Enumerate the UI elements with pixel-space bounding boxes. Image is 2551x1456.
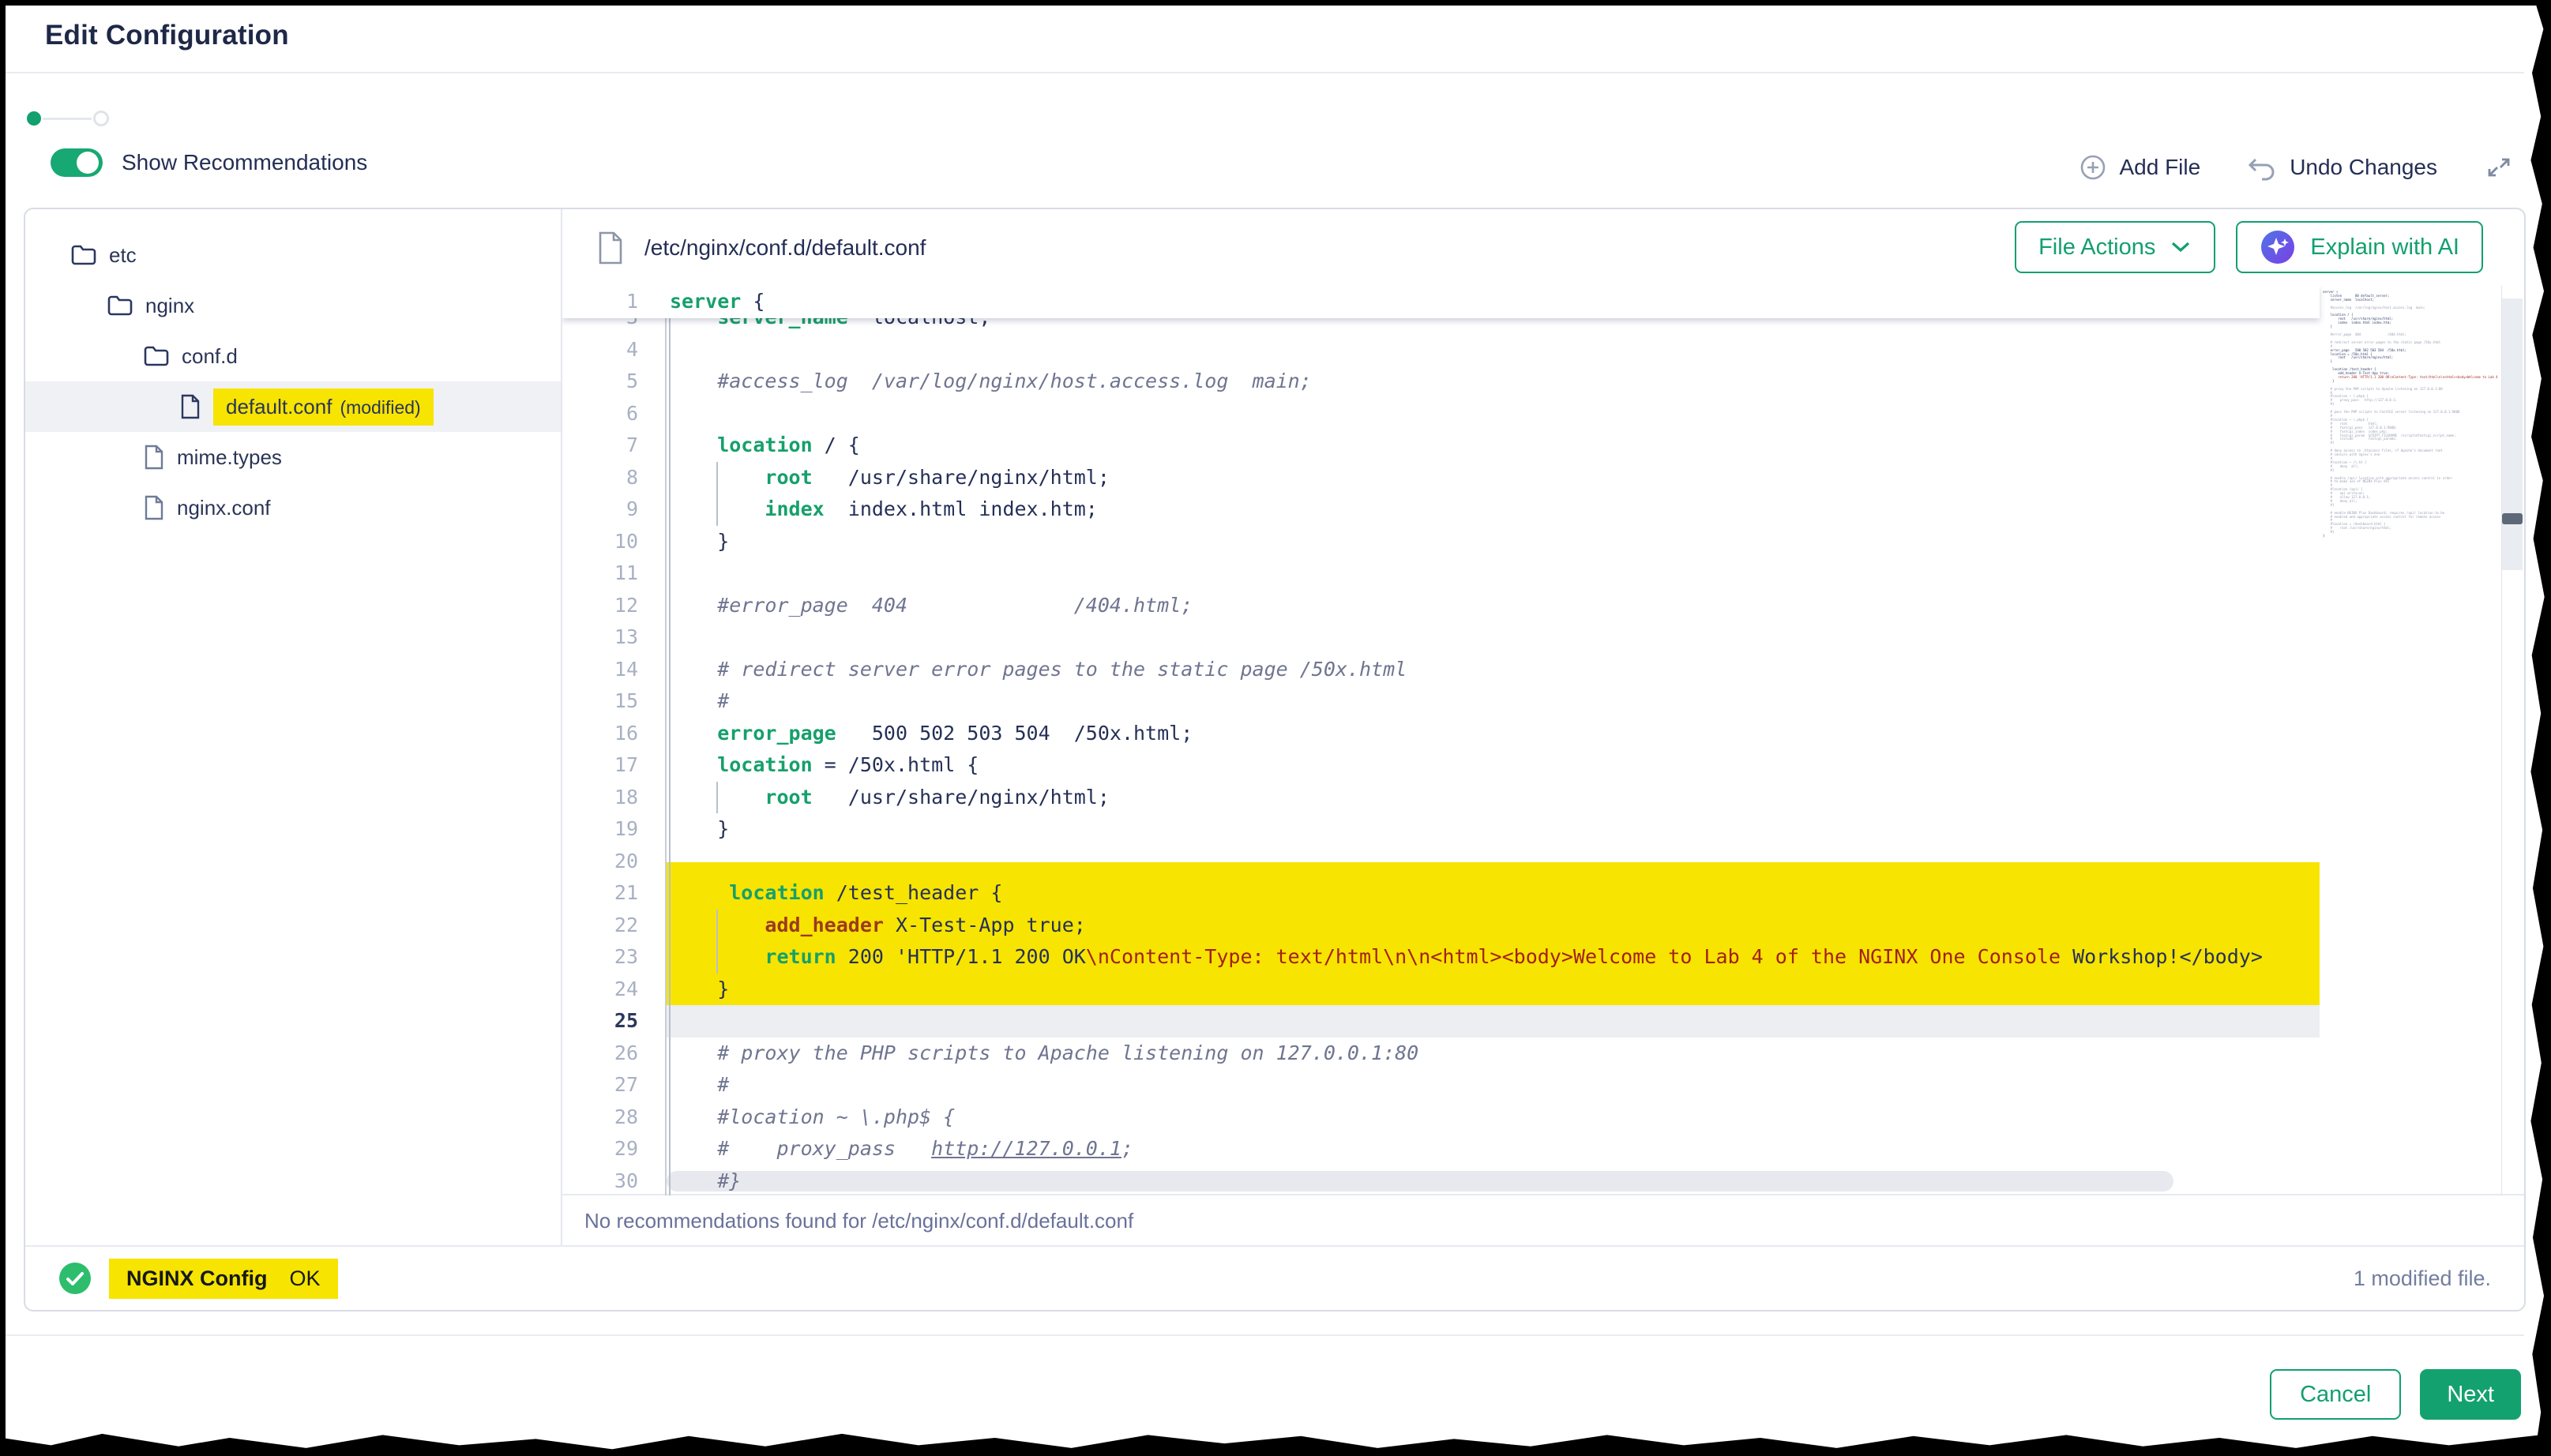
code-editor: /etc/nginx/conf.d/default.conf File Acti… [562,209,2524,1247]
tree-item-nginx[interactable]: nginx [25,280,561,331]
file-icon [597,231,624,265]
modified-files-count: 1 modified file. [2354,1266,2491,1291]
code-line-26[interactable]: 26 # proxy the PHP scripts to Apache lis… [562,1038,2320,1070]
code-line-23[interactable]: 23 return 200 'HTTP/1.1 200 OK\nContent-… [562,941,2320,974]
code-line-4[interactable]: 4 [562,334,2320,366]
page-title: Edit Configuration [45,20,289,51]
code-line-20[interactable]: 20 [562,846,2320,878]
tree-item-label: nginx.conf [177,496,271,520]
code-line-7[interactable]: 7 location / { [562,430,2320,462]
expand-icon [2483,152,2515,183]
cancel-button[interactable]: Cancel [2270,1369,2401,1420]
tree-item-conf-d[interactable]: conf.d [25,331,561,381]
recommendations-message: No recommendations found for /etc/nginx/… [584,1209,1133,1233]
explain-with-ai-button[interactable]: Explain with AI [2236,221,2483,273]
recommendations-bar: No recommendations found for /etc/nginx/… [562,1194,2524,1247]
code-line-6[interactable]: 6 [562,398,2320,430]
code-line-21[interactable]: 21 location /test_header { [562,877,2320,910]
add-file-button[interactable]: Add File [2079,153,2200,182]
code-line-8[interactable]: 8 root /usr/share/nginx/html; [562,462,2320,494]
code-line-22[interactable]: 22 add_header X-Test-App true; [562,910,2320,942]
folder-icon [71,244,96,266]
tree-item-nginx-conf[interactable]: nginx.conf [25,482,561,533]
undo-icon [2246,153,2278,182]
footer-divider [6,1334,2524,1336]
code-area[interactable]: 3 server_name localhost;45 #access_log /… [562,286,2524,1195]
modified-file-highlight: default.conf(modified) [213,388,434,426]
code-line-19[interactable]: 19 } [562,813,2320,846]
step-2-dot[interactable] [93,111,109,126]
nginx-config-value: OK [289,1266,320,1291]
step-1-dot[interactable] [27,111,41,126]
screenshot-edge-right [2526,0,2551,1456]
code-line-13[interactable]: 13 [562,621,2320,654]
edit-configuration-dialog: Edit Configuration Show Recommendations … [0,0,2551,1456]
editor-header: /etc/nginx/conf.d/default.conf File Acti… [562,209,2524,287]
code-line-11[interactable]: 11 [562,557,2320,590]
vertical-scrollbar-track[interactable] [2502,298,2523,570]
code-line-12[interactable]: 12 #error_page 404 /404.html; [562,590,2320,622]
screenshot-edge-left [0,0,6,1456]
status-bar: NGINX Config OK 1 modified file. [25,1245,2524,1310]
nginx-config-status-badge: NGINX Config OK [109,1259,338,1299]
file-icon [144,495,164,520]
screenshot-edge-top [0,0,2551,6]
file-path: /etc/nginx/conf.d/default.conf [644,235,926,261]
tree-item-default-conf[interactable]: default.conf(modified) [25,381,561,432]
undo-changes-button[interactable]: Undo Changes [2246,153,2437,182]
code-line-18[interactable]: 18 root /usr/share/nginx/html; [562,782,2320,814]
tree-item-label: default.conf [226,395,332,419]
screenshot-edge-bottom [0,1428,2551,1456]
vertical-scrollbar-thumb[interactable] [2502,513,2523,524]
plus-circle-icon [2079,153,2107,182]
file-actions-label: File Actions [2038,235,2155,261]
code-line-28[interactable]: 28 #location ~ \.php$ { [562,1101,2320,1134]
code-line-10[interactable]: 10 } [562,526,2320,558]
chevron-down-icon [2170,240,2192,254]
code-line-27[interactable]: 27 # [562,1069,2320,1101]
code-line-15[interactable]: 15 # [562,685,2320,718]
next-button[interactable]: Next [2420,1369,2521,1420]
sticky-line: 1 server { [562,286,2320,318]
file-icon [144,445,164,470]
file-actions-button[interactable]: File Actions [2015,221,2215,273]
folder-icon [107,295,133,317]
toggle-knob [77,152,99,174]
code-line-29[interactable]: 29 # proxy_pass http://127.0.0.1; [562,1133,2320,1165]
expand-button[interactable] [2483,152,2515,183]
explain-with-ai-label: Explain with AI [2310,235,2459,261]
file-icon [180,394,201,419]
show-recommendations-toggle[interactable] [51,148,103,177]
add-file-label: Add File [2119,155,2200,180]
check-circle-icon [58,1262,92,1295]
folder-icon [144,345,169,367]
code-line-17[interactable]: 17 location = /50x.html { [562,749,2320,782]
code-line-25[interactable]: 25 [562,1005,2320,1038]
dialog-header: Edit Configuration [6,6,2524,73]
code-line-16[interactable]: 16 error_page 500 502 503 504 /50x.html; [562,718,2320,750]
tree-item-etc[interactable]: etc [25,230,561,280]
tree-item-label: etc [109,243,137,268]
nginx-config-label: NGINX Config [126,1266,267,1291]
tree-item-label: conf.d [182,344,238,369]
code-line-14[interactable]: 14 # redirect server error pages to the … [562,654,2320,686]
show-recommendations-label: Show Recommendations [122,150,367,175]
tree-item-label: mime.types [177,445,282,470]
minimap[interactable]: server { listen 80 default_server; serve… [2323,291,2500,812]
code-line-30[interactable]: 30 #} [562,1165,2320,1196]
wizard-stepper [27,111,109,126]
code-line-24[interactable]: 24 } [562,974,2320,1006]
sticky-line-number: 1 [562,286,638,318]
code-line-5[interactable]: 5 #access_log /var/log/nginx/host.access… [562,366,2320,398]
tree-item-label: nginx [145,294,194,318]
config-editor-panel: etc nginx conf.d default.conf(modified) mime… [24,208,2526,1312]
ai-sparkle-icon [2260,229,2296,265]
tree-item-mime-types[interactable]: mime.types [25,432,561,482]
file-tree: etc nginx conf.d default.conf(modified) mime… [25,209,562,1247]
step-connector [43,118,92,120]
undo-changes-label: Undo Changes [2290,155,2437,180]
code-line-9[interactable]: 9 index index.html index.htm; [562,493,2320,526]
